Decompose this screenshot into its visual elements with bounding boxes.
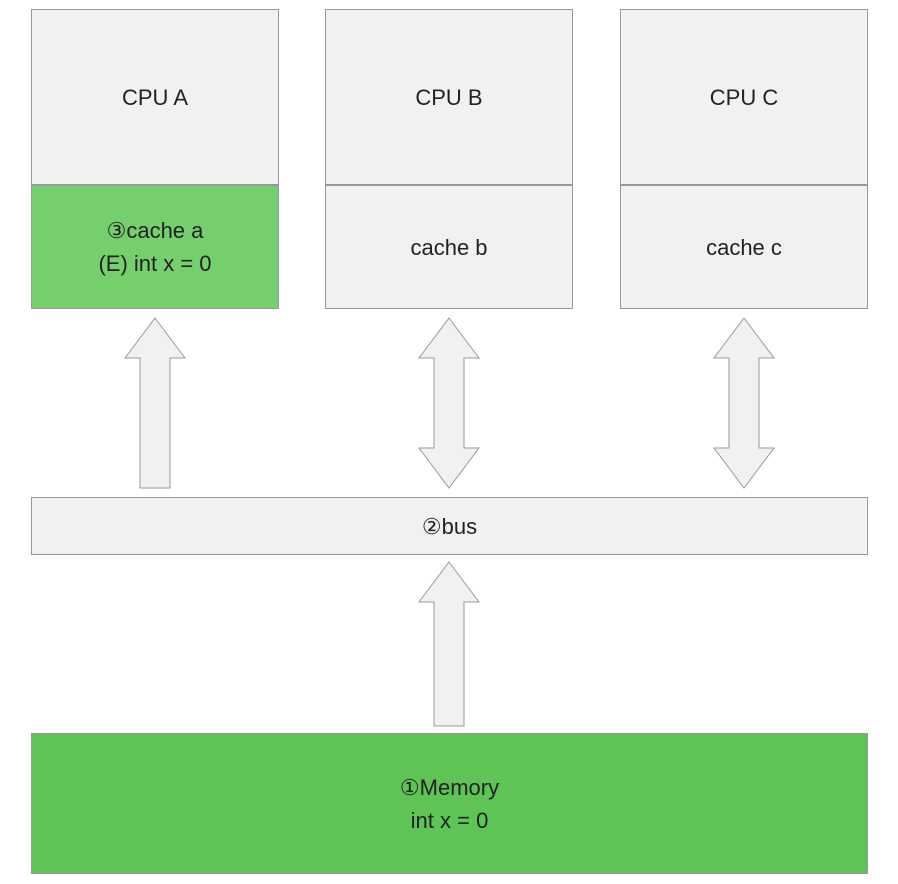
memory-line2: int x = 0 bbox=[411, 804, 489, 837]
cpu-c-box: CPU C bbox=[620, 9, 868, 185]
arrow-cache-b-double-icon bbox=[417, 316, 481, 490]
memory-line1: ①Memory bbox=[400, 771, 499, 804]
cache-a-line2: (E) int x = 0 bbox=[98, 247, 211, 280]
memory-box: ①Memory int x = 0 bbox=[31, 733, 868, 874]
cpu-b-box: CPU B bbox=[325, 9, 573, 185]
cache-b-line1: cache b bbox=[410, 231, 487, 264]
cache-a-box: ③cache a (E) int x = 0 bbox=[31, 185, 279, 309]
diagram-canvas: CPU A ③cache a (E) int x = 0 CPU B cache… bbox=[0, 0, 898, 884]
cpu-c-label: CPU C bbox=[710, 81, 778, 114]
cpu-b-label: CPU B bbox=[415, 81, 482, 114]
cpu-a-box: CPU A bbox=[31, 9, 279, 185]
bus-box: ②bus bbox=[31, 497, 868, 555]
cache-a-line1: ③cache a bbox=[107, 214, 204, 247]
cpu-a-label: CPU A bbox=[122, 81, 188, 114]
cache-c-line1: cache c bbox=[706, 231, 782, 264]
cache-c-box: cache c bbox=[620, 185, 868, 309]
bus-label: ②bus bbox=[422, 510, 477, 543]
arrow-memory-up-icon bbox=[417, 560, 481, 728]
cache-b-box: cache b bbox=[325, 185, 573, 309]
arrow-cache-a-up-icon bbox=[123, 316, 187, 490]
arrow-cache-c-double-icon bbox=[712, 316, 776, 490]
